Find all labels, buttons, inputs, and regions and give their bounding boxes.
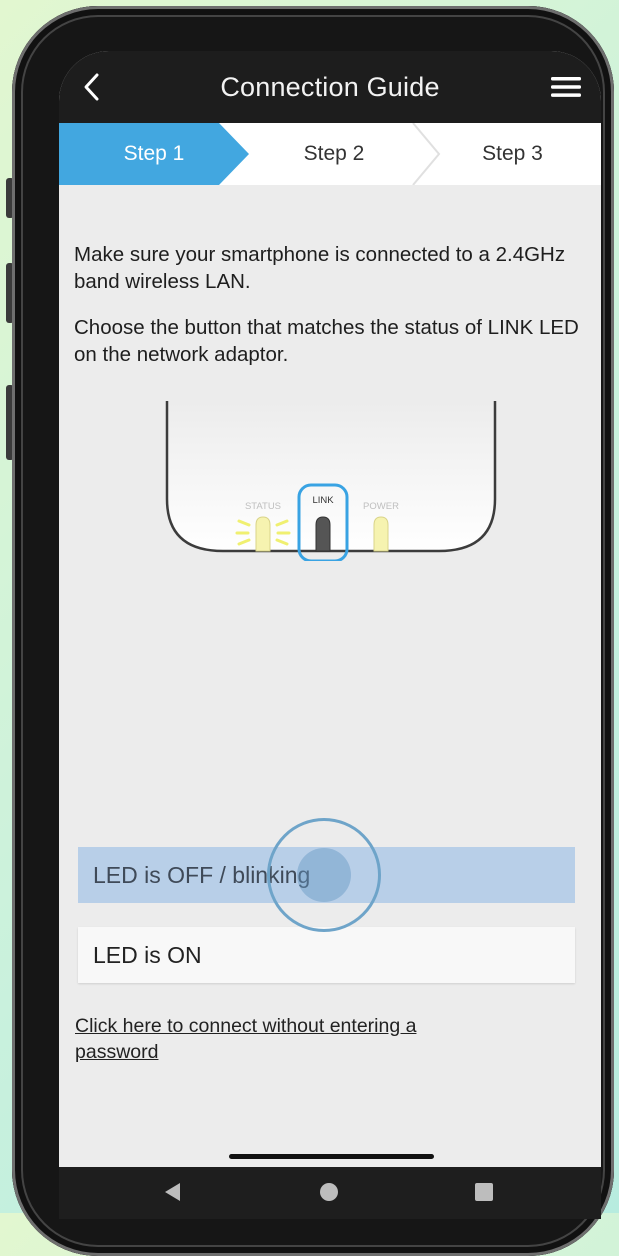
step-1-indicator: Step 1 <box>59 123 249 185</box>
link-led <box>315 516 331 552</box>
step-3-indicator: Step 3 <box>424 123 601 185</box>
instruction-choose: Choose the button that matches the statu… <box>74 316 579 366</box>
status-led-label: STATUS <box>245 501 281 512</box>
step-2-label: Step 2 <box>303 142 365 165</box>
instruction-wifi: Make sure your smartphone is connected t… <box>74 243 566 293</box>
step-3-label: Step 3 <box>482 142 543 165</box>
step-progress-bar: Step 1 Step 2 Step 3 <box>59 123 601 185</box>
link-led-label: LINK <box>312 495 334 506</box>
triangle-back-icon[interactable] <box>162 1181 182 1203</box>
power-led <box>373 516 389 552</box>
square-recents-icon[interactable] <box>473 1181 495 1203</box>
network-adaptor-illustration: STATUS LINK POWER <box>165 401 497 561</box>
app-header: Connection Guide <box>59 51 601 123</box>
step-1-label: Step 1 <box>123 142 185 165</box>
phone-frame: Connection Guide Step 1 Step 2 Step 3 Ma… <box>12 6 614 1256</box>
touch-indicator <box>267 818 381 932</box>
status-led <box>255 516 271 552</box>
page-title: Connection Guide <box>220 72 440 102</box>
connect-without-password-link[interactable]: Click here to connect without entering a… <box>75 1013 495 1065</box>
instructions: Make sure your smartphone is connected t… <box>74 241 589 387</box>
circle-home-icon[interactable] <box>318 1181 340 1203</box>
app-screen: Connection Guide Step 1 Step 2 Step 3 Ma… <box>59 51 601 1219</box>
led-on-button[interactable]: LED is ON <box>78 927 575 983</box>
android-navigation-bar <box>59 1167 601 1219</box>
home-indicator-bar <box>229 1154 434 1159</box>
step-2-indicator: Step 2 <box>249 123 419 185</box>
hamburger-menu-icon[interactable] <box>551 75 581 99</box>
power-led-label: POWER <box>363 501 399 512</box>
